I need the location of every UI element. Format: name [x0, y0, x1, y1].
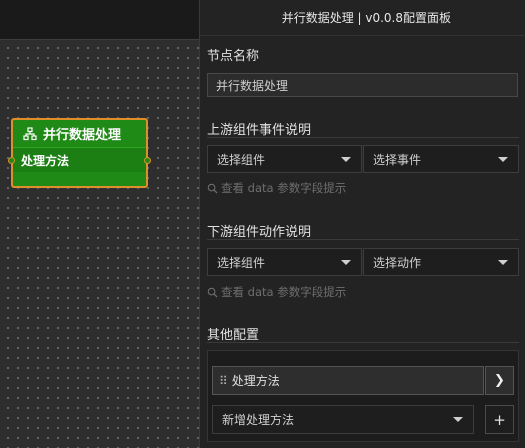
- plus-icon: +: [493, 410, 506, 429]
- node-row-method[interactable]: 处理方法: [13, 148, 146, 172]
- search-icon: [207, 287, 218, 298]
- select-value: 选择组件: [217, 152, 266, 167]
- search-icon: [207, 183, 218, 194]
- downstream-section-title: 下游组件动作说明: [207, 225, 312, 240]
- processing-method-item[interactable]: ⠿ 处理方法: [212, 366, 484, 395]
- canvas-toolbar: [0, 0, 199, 40]
- select-value: 选择事件: [373, 152, 422, 167]
- node-header: 并行数据处理: [13, 120, 146, 148]
- upstream-event-select[interactable]: 选择事件: [363, 145, 519, 173]
- flow-node-parallel-processing[interactable]: 并行数据处理 处理方法: [8, 118, 151, 188]
- chevron-down-icon: [498, 260, 508, 265]
- input-port[interactable]: [8, 157, 15, 164]
- downstream-data-hint-link[interactable]: 查看 data 参数字段提示: [207, 284, 346, 300]
- divider: [207, 239, 519, 240]
- upstream-section-title: 上游组件事件说明: [207, 123, 312, 138]
- drag-handle-icon[interactable]: ⠿: [219, 374, 228, 388]
- node-name-input[interactable]: 并行数据处理: [207, 73, 518, 97]
- select-value: 新增处理方法: [222, 413, 295, 427]
- output-port[interactable]: [144, 157, 151, 164]
- downstream-action-select[interactable]: 选择动作: [363, 248, 519, 276]
- panel-title: 并行数据处理 | v0.0.8配置面板: [200, 0, 525, 36]
- chevron-down-icon: [341, 157, 351, 162]
- upstream-data-hint-link[interactable]: 查看 data 参数字段提示: [207, 180, 346, 196]
- node-row-label: 处理方法: [21, 153, 70, 168]
- hint-text: 查看 data 参数字段提示: [221, 285, 347, 299]
- chevron-down-icon: [341, 260, 351, 265]
- select-value: 选择组件: [217, 255, 266, 270]
- divider: [207, 137, 519, 138]
- method-item-label: 处理方法: [231, 374, 280, 388]
- chevron-down-icon: [498, 157, 508, 162]
- upstream-component-select[interactable]: 选择组件: [207, 145, 362, 173]
- add-method-select[interactable]: 新增处理方法: [212, 405, 474, 434]
- other-config-title: 其他配置: [207, 328, 260, 343]
- divider: [207, 342, 519, 343]
- hierarchy-icon: [23, 126, 37, 140]
- flow-canvas[interactable]: 并行数据处理 处理方法: [0, 0, 199, 448]
- expand-method-button[interactable]: ❯: [485, 366, 514, 395]
- select-value: 选择动作: [373, 255, 422, 270]
- chevron-down-icon: [453, 417, 463, 422]
- node-title: 并行数据处理: [43, 128, 122, 143]
- hint-text: 查看 data 参数字段提示: [221, 181, 347, 195]
- add-method-button[interactable]: +: [485, 405, 514, 434]
- node-name-label: 节点名称: [207, 49, 260, 64]
- chevron-right-icon: ❯: [494, 373, 505, 388]
- downstream-component-select[interactable]: 选择组件: [207, 248, 362, 276]
